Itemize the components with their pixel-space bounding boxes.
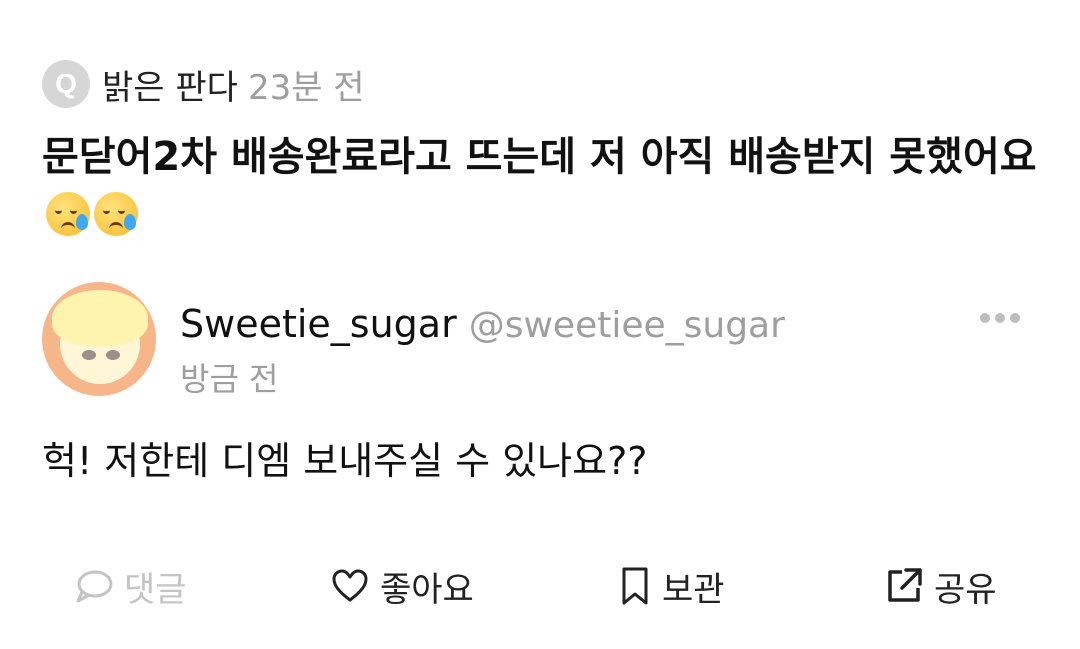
avatar-eye-left xyxy=(82,350,96,360)
reply-text: 헉! 저한테 디엠 보내주실 수 있나요?? xyxy=(42,439,648,483)
question-text-block: 문닫어2차 배송완료라고 뜨는데 저 아직 배송받지 못했어요 xyxy=(42,128,1042,244)
like-button[interactable]: 좋아요 xyxy=(330,562,474,610)
comment-label: 댓글 xyxy=(124,569,187,610)
speech-bubble-icon xyxy=(76,570,113,603)
question-header: Q 밝은 판다 23분 전 xyxy=(42,58,365,110)
save-button[interactable]: 보관 xyxy=(618,562,725,610)
more-options-button[interactable] xyxy=(980,313,1020,323)
comment-button[interactable]: 댓글 xyxy=(74,562,187,610)
share-button[interactable]: 공유 xyxy=(884,562,997,610)
avatar-eye-right xyxy=(106,350,120,360)
question-badge: Q xyxy=(42,60,90,108)
crying-smile-emoji-icon xyxy=(46,192,90,236)
question-author[interactable]: 밝은 판다 xyxy=(102,60,238,109)
save-label: 보관 xyxy=(662,569,725,610)
action-bar: 댓글 좋아요 보관 공유 xyxy=(0,562,1080,610)
more-dot-icon xyxy=(980,313,990,323)
reply-timestamp: 방금 전 xyxy=(180,360,279,398)
heart-icon xyxy=(332,569,368,602)
bookmark-icon xyxy=(622,567,648,605)
share-label: 공유 xyxy=(934,569,997,610)
reply-display-name[interactable]: Sweetie_sugar xyxy=(180,302,457,346)
like-label: 좋아요 xyxy=(380,569,474,610)
reply-handle[interactable]: @sweetiee_sugar xyxy=(469,305,785,346)
avatar-hair xyxy=(52,290,148,346)
more-dot-icon xyxy=(1010,313,1020,323)
reply-header: Sweetie_sugar @sweetiee_sugar xyxy=(180,302,785,346)
question-timestamp: 23분 전 xyxy=(247,67,365,108)
avatar[interactable] xyxy=(42,282,156,396)
crying-smile-emoji-icon xyxy=(94,192,138,236)
question-text: 문닫어2차 배송완료라고 뜨는데 저 아직 배송받지 못했어요 xyxy=(42,134,1037,180)
more-dot-icon xyxy=(995,313,1005,323)
share-icon xyxy=(888,568,922,602)
